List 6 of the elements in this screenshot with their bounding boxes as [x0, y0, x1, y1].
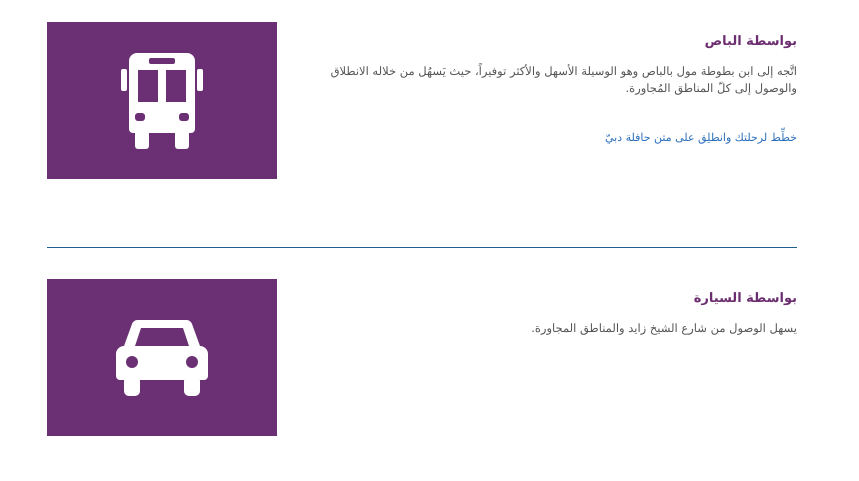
section-title: بواسطة الباص [704, 34, 797, 49]
car-icon [116, 320, 208, 396]
description-text: يسهل الوصول من شارع الشيخ زايد والمناطق المجاورة. [531, 320, 797, 337]
bus-icon [121, 52, 203, 148]
section-title: بواسطة السيارة [694, 291, 797, 306]
description-text: اتَّجه إلى ابن بطوطة مول بالباص وهو الوسيلة الأسهل والأكثر توفيراً، حيث يَسهُل من خلاله الانطلاق والوصول إلى كلّ المناطق المُجاورة. [330, 63, 797, 97]
